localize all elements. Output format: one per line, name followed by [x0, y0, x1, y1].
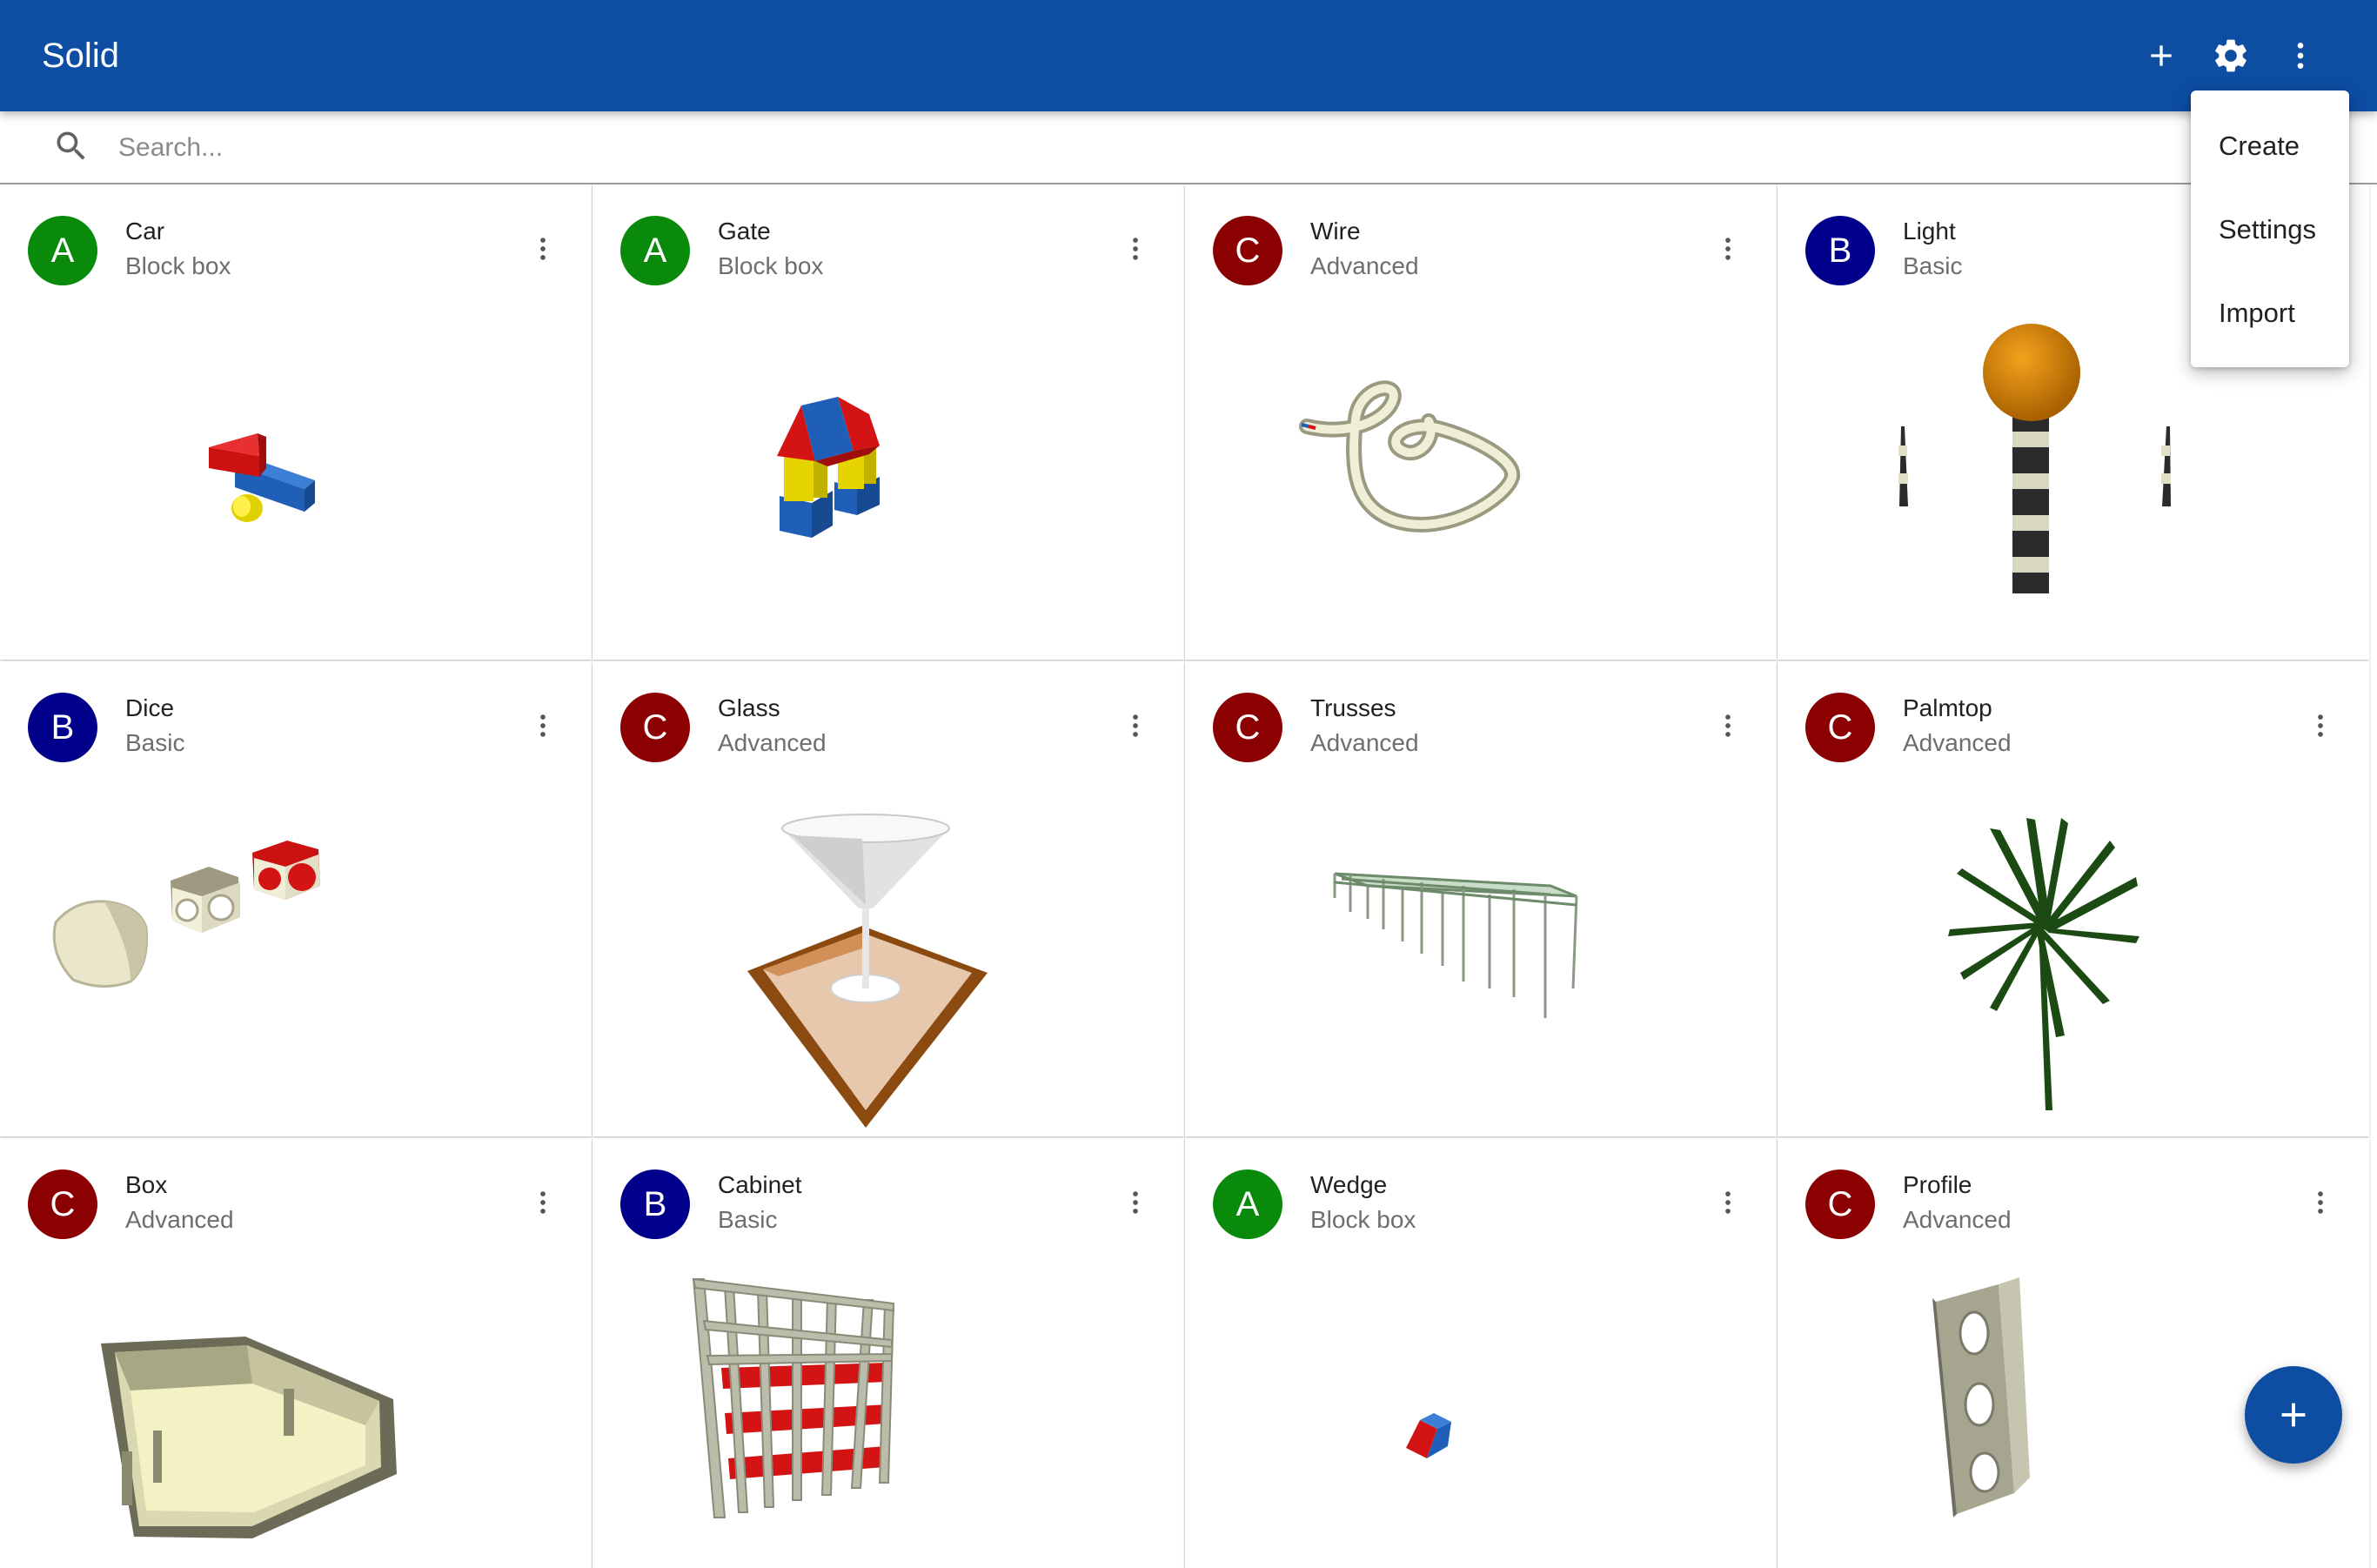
- model-card-dice[interactable]: B Dice Basic: [0, 661, 592, 1136]
- model-preview-dice: [0, 783, 592, 1131]
- avatar: B: [1805, 216, 1875, 285]
- card-subtitle: Block box: [125, 252, 231, 279]
- card-subtitle: Advanced: [1310, 252, 1419, 279]
- card-menu-button[interactable]: [1702, 223, 1754, 275]
- model-preview-wedge: [1185, 1260, 1777, 1568]
- card-subtitle: Advanced: [1310, 729, 1419, 756]
- more-vert-icon: [1725, 238, 1731, 260]
- app-title: Solid: [42, 37, 119, 75]
- add-icon: [2281, 1403, 2306, 1427]
- card-title: Gate: [718, 218, 771, 245]
- avatar: A: [28, 216, 97, 285]
- model-preview-gate: [593, 306, 1184, 654]
- more-vert-icon: [1725, 714, 1731, 737]
- model-preview-palmtop: [1778, 783, 2369, 1131]
- card-subtitle: Advanced: [1903, 1206, 2012, 1233]
- more-vert-icon: [1133, 238, 1138, 260]
- menu-item-import[interactable]: Import: [2191, 271, 2349, 355]
- card-title: Box: [125, 1171, 168, 1198]
- avatar: C: [1213, 216, 1282, 285]
- card-subtitle: Advanced: [1903, 729, 2012, 756]
- avatar: C: [1805, 693, 1875, 762]
- add-button[interactable]: [2126, 21, 2196, 90]
- more-vert-icon: [1133, 1191, 1138, 1214]
- model-card-wire[interactable]: C Wire Advanced: [1185, 184, 1777, 660]
- card-subtitle: Advanced: [125, 1206, 234, 1233]
- add-icon: [2151, 45, 2172, 66]
- card-subtitle: Block box: [1310, 1206, 1416, 1233]
- more-vert-icon: [2318, 1191, 2323, 1214]
- avatar: B: [28, 693, 97, 762]
- card-menu-button[interactable]: [517, 1176, 569, 1229]
- search-bar: [0, 111, 2377, 184]
- search-icon: [57, 131, 85, 160]
- avatar: C: [620, 693, 690, 762]
- more-vert-icon: [540, 238, 546, 260]
- card-subtitle: Advanced: [718, 729, 827, 756]
- model-card-palmtop[interactable]: C Palmtop Advanced: [1778, 661, 2369, 1136]
- model-preview-car: [0, 306, 592, 654]
- gear-icon: [2215, 39, 2246, 72]
- avatar: A: [1213, 1169, 1282, 1239]
- model-card-trusses[interactable]: C Trusses Advanced: [1185, 661, 1777, 1136]
- card-title: Glass: [718, 694, 780, 721]
- more-vert-icon: [540, 1191, 546, 1214]
- model-preview-cabinet: [593, 1260, 1184, 1568]
- card-menu-button[interactable]: [2294, 1176, 2347, 1229]
- card-subtitle: Basic: [1903, 252, 1963, 279]
- model-card-profile[interactable]: C Profile Advanced: [1778, 1138, 2369, 1568]
- app-bar: Solid: [0, 0, 2377, 111]
- avatar: C: [28, 1169, 97, 1239]
- menu-item-create[interactable]: Create: [2191, 104, 2349, 188]
- model-card-car[interactable]: A Car Block box: [0, 184, 592, 660]
- card-menu-button[interactable]: [1702, 1176, 1754, 1229]
- model-preview-glass: [593, 783, 1184, 1131]
- card-title: Dice: [125, 694, 175, 721]
- card-subtitle: Basic: [718, 1206, 778, 1233]
- more-vert-icon: [1725, 1191, 1731, 1214]
- model-card-cabinet[interactable]: B Cabinet Basic: [593, 1138, 1184, 1568]
- model-preview-trusses: [1185, 783, 1777, 1131]
- avatar: A: [620, 216, 690, 285]
- card-menu-button[interactable]: [517, 223, 569, 275]
- floating-add-button[interactable]: [2245, 1366, 2342, 1464]
- avatar: C: [1805, 1169, 1875, 1239]
- card-subtitle: Basic: [125, 729, 185, 756]
- model-card-box[interactable]: C Box Advanced: [0, 1138, 592, 1568]
- more-options-button[interactable]: [2266, 21, 2335, 90]
- more-vert-icon: [2318, 714, 2323, 737]
- card-title: Cabinet: [718, 1171, 802, 1198]
- model-preview-wire: [1185, 306, 1777, 654]
- card-title: Wire: [1310, 218, 1361, 245]
- card-title: Light: [1903, 218, 1956, 245]
- card-menu-button[interactable]: [1109, 700, 1162, 752]
- card-menu-button[interactable]: [1109, 223, 1162, 275]
- avatar: C: [1213, 693, 1282, 762]
- overflow-menu: Create Settings Import: [2191, 90, 2349, 367]
- card-title: Wedge: [1310, 1171, 1388, 1198]
- card-title: Profile: [1903, 1171, 1972, 1198]
- card-title: Trusses: [1310, 694, 1396, 721]
- card-subtitle: Block box: [718, 252, 824, 279]
- card-menu-button[interactable]: [1109, 1176, 1162, 1229]
- model-card-gate[interactable]: A Gate Block box: [593, 184, 1184, 660]
- search-input[interactable]: [118, 124, 2119, 172]
- model-card-wedge[interactable]: A Wedge Block box: [1185, 1138, 1777, 1568]
- model-grid: A Car Block box A Gate Block box C Wire …: [0, 184, 2377, 1568]
- more-vert-icon: [540, 714, 546, 737]
- more-vert-icon: [2297, 43, 2304, 69]
- model-preview-box: [0, 1260, 592, 1568]
- more-vert-icon: [1133, 714, 1138, 737]
- card-menu-button[interactable]: [2294, 700, 2347, 752]
- card-menu-button[interactable]: [517, 700, 569, 752]
- card-title: Car: [125, 218, 165, 245]
- model-card-glass[interactable]: C Glass Advanced: [593, 661, 1184, 1136]
- settings-button[interactable]: [2196, 21, 2266, 90]
- menu-item-settings[interactable]: Settings: [2191, 188, 2349, 271]
- card-title: Palmtop: [1903, 694, 1992, 721]
- avatar: B: [620, 1169, 690, 1239]
- card-menu-button[interactable]: [1702, 700, 1754, 752]
